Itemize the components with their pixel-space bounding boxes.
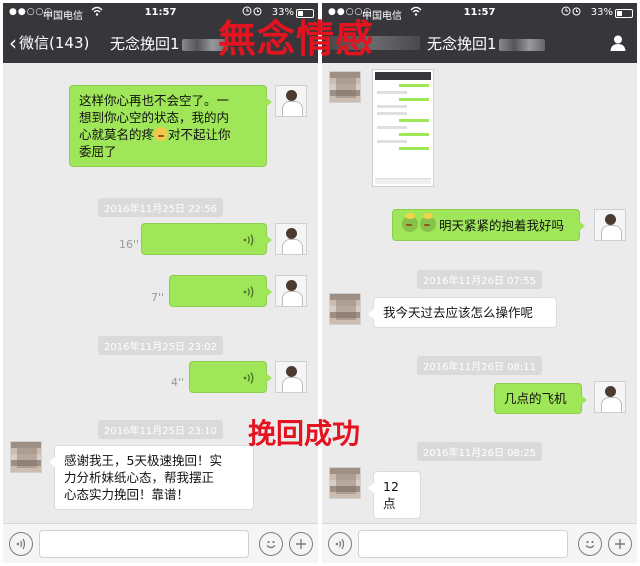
voice-wave-icon: [243, 286, 254, 298]
timestamp: 2016年11月25日 22:56: [3, 197, 318, 217]
message-text: 12点: [383, 479, 399, 511]
timestamp-text: 2016年11月26日 08:11: [417, 356, 542, 375]
incoming-text-message[interactable]: 感谢我王，5天极速挽回！实 力分析妹纸心态，帮我摆正 心态实力挽回！靠谱！: [49, 445, 254, 510]
battery-percent: 33%: [590, 7, 613, 18]
voice-wave-icon: [243, 372, 254, 384]
message-line: 感谢我王，5天极速挽回！实: [64, 453, 222, 468]
alarm-icon: [572, 6, 581, 19]
chat-title-text: 无念挽回1: [427, 35, 497, 53]
timestamp: 2016年11月26日 08:11: [322, 355, 637, 375]
clock-icon: [561, 6, 571, 19]
message-line: 这样你心再也不会空了。一: [79, 93, 230, 108]
timestamp-text: 2016年11月26日 08:25: [417, 442, 542, 461]
contact-avatar[interactable]: [329, 71, 361, 103]
message-input[interactable]: [358, 530, 568, 558]
contact-avatar[interactable]: [329, 293, 361, 325]
message-line: 对不起让你: [168, 127, 231, 142]
embarrassed-emoji-icon: [154, 127, 169, 141]
timestamp: 2016年11月26日 08:25: [322, 441, 637, 461]
message-list[interactable]: 明天紧紧的抱着我好吗 2016年11月26日 07:55 我今天过去应该怎么操作…: [322, 63, 637, 523]
back-label: 微信(143): [19, 34, 90, 52]
my-avatar[interactable]: [275, 223, 307, 255]
emoji-button-icon[interactable]: [259, 532, 283, 556]
hug-emoji-icon: [402, 213, 418, 232]
voice-button-icon[interactable]: [328, 532, 352, 556]
message-line: 想到你心空的状态，我的内: [79, 110, 230, 125]
back-chevron-icon: ‹: [9, 30, 17, 55]
message-text: 我今天过去应该怎么操作呢: [383, 305, 534, 320]
voice-wave-icon: [243, 234, 254, 246]
voice-duration: 4'': [171, 376, 185, 389]
outgoing-text-message[interactable]: 明天紧紧的抱着我好吗: [392, 209, 585, 241]
timestamp: 2016年11月26日 07:55: [322, 269, 637, 289]
chat-title: 无念挽回1: [110, 33, 228, 54]
outgoing-voice-message[interactable]: [141, 223, 272, 255]
voice-button-icon[interactable]: [9, 532, 33, 556]
plus-button-icon[interactable]: [289, 532, 313, 556]
outgoing-voice-message[interactable]: [169, 275, 272, 307]
hug-emoji-icon: [420, 213, 436, 232]
back-button[interactable]: ‹ 微信(143): [9, 32, 89, 53]
redacted-name: [498, 38, 545, 51]
chat-title: 无念挽回1: [427, 33, 545, 54]
message-line: 心就莫名的疼: [79, 127, 155, 142]
message-line: 委屈了: [79, 144, 117, 159]
overlay-brand-title: 無念情感: [218, 17, 375, 61]
contact-avatar[interactable]: [329, 467, 361, 499]
chat-title-text: 无念挽回1: [110, 35, 180, 53]
voice-duration: 16'': [119, 238, 140, 251]
my-avatar[interactable]: [594, 381, 626, 413]
emoji-button-icon[interactable]: [578, 532, 602, 556]
timestamp: 2016年11月25日 23:02: [3, 335, 318, 355]
incoming-text-message[interactable]: 我今天过去应该怎么操作呢: [368, 297, 557, 328]
right-chat-screen: ●●○○○ 中国电信 11:57 33% 无念挽回1 明天紧紧的抱着我好吗 20…: [322, 3, 637, 563]
message-text: 明天紧紧的抱着我好吗: [439, 218, 565, 233]
message-line: 心态实力挽回！靠谱！: [64, 487, 190, 502]
timestamp-text: 2016年11月25日 23:10: [98, 420, 223, 439]
timestamp-text: 2016年11月25日 22:56: [98, 198, 223, 217]
contact-avatar[interactable]: [10, 441, 42, 473]
my-avatar[interactable]: [275, 85, 307, 117]
my-avatar[interactable]: [594, 209, 626, 241]
input-bar: [322, 523, 637, 563]
my-avatar[interactable]: [275, 275, 307, 307]
incoming-text-message[interactable]: 12点: [368, 471, 421, 519]
battery-icon: [615, 9, 633, 18]
outgoing-text-message[interactable]: 这样你心再也不会空了。一 想到你心空的状态，我的内 心就莫名的疼 对不起让你 委屈…: [69, 85, 272, 167]
message-list[interactable]: 这样你心再也不会空了。一 想到你心空的状态，我的内 心就莫名的疼 对不起让你 委屈…: [3, 63, 318, 523]
image-message[interactable]: [372, 69, 434, 187]
outgoing-text-message[interactable]: 几点的飞机: [494, 383, 587, 414]
my-avatar[interactable]: [275, 361, 307, 393]
input-bar: [3, 523, 318, 563]
user-icon[interactable]: [609, 34, 627, 52]
timestamp-text: 2016年11月26日 07:55: [417, 270, 542, 289]
message-text: 几点的飞机: [504, 391, 567, 406]
timestamp-text: 2016年11月25日 23:02: [98, 336, 223, 355]
left-chat-screen: ●●○○○ 中国电信 11:57 33% ‹ 微信(143) 无念挽回1 这样你…: [3, 3, 318, 563]
plus-button-icon[interactable]: [608, 532, 632, 556]
outgoing-voice-message[interactable]: [189, 361, 272, 393]
voice-duration: 7'': [151, 291, 165, 304]
message-line: 力分析妹纸心态，帮我摆正: [64, 470, 215, 485]
message-input[interactable]: [39, 530, 249, 558]
screenshot-root: ●●○○○ 中国电信 11:57 33% ‹ 微信(143) 无念挽回1 这样你…: [0, 0, 640, 566]
overlay-success-caption: 挽回成功: [248, 417, 361, 450]
